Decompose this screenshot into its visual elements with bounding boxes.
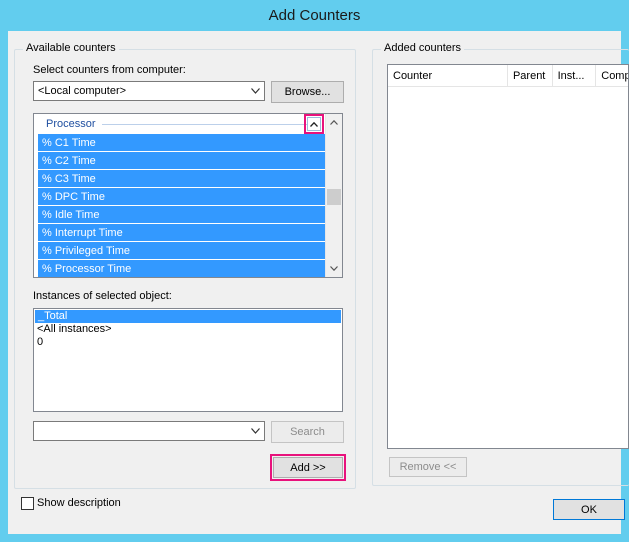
category-row-processor[interactable]: Processor (34, 114, 326, 134)
instance-item[interactable]: <All instances> (34, 323, 342, 336)
instances-list[interactable]: _Total <All instances> 0 (33, 308, 343, 412)
show-description-label[interactable]: Show description (37, 497, 121, 509)
category-divider (101, 123, 320, 125)
select-computer-label: Select counters from computer: (33, 64, 186, 76)
counter-list-scrollbar[interactable] (325, 114, 342, 277)
ok-button[interactable]: OK (553, 499, 625, 520)
scroll-thumb[interactable] (327, 189, 341, 205)
chevron-down-icon (249, 85, 261, 97)
added-counters-header: Counter Parent Inst... Comp (388, 65, 628, 87)
add-button[interactable]: Add >> (270, 454, 346, 481)
dialog-client-area: Available counters Select counters from … (8, 31, 629, 534)
column-header-parent[interactable]: Parent (508, 65, 553, 86)
added-counters-table[interactable]: Counter Parent Inst... Comp (387, 64, 629, 449)
window-title: Add Counters (268, 7, 361, 24)
added-counters-title: Added counters (381, 42, 465, 54)
add-counters-window: Add Counters Available counters Select c… (0, 0, 629, 542)
category-label: Processor (46, 118, 96, 130)
counter-item[interactable]: % C2 Time (38, 152, 325, 169)
available-counters-title: Available counters (23, 42, 119, 54)
counter-item[interactable]: % Idle Time (38, 206, 325, 223)
counter-item[interactable]: % Interrupt Time (38, 224, 325, 241)
counter-items: % C1 Time% C2 Time% C3 Time% DPC Time% I… (38, 134, 325, 277)
search-instance-combo[interactable] (33, 421, 265, 441)
chevron-up-icon (310, 120, 318, 129)
column-header-counter[interactable]: Counter (388, 65, 508, 86)
browse-button[interactable]: Browse... (271, 81, 344, 103)
computer-select[interactable]: <Local computer> (33, 81, 265, 101)
counter-item[interactable]: % Privileged Time (38, 242, 325, 259)
counter-item[interactable]: % C3 Time (38, 170, 325, 187)
instance-item[interactable]: 0 (34, 336, 342, 349)
column-header-instance[interactable]: Inst... (553, 65, 597, 86)
counter-item[interactable]: % Processor Time (38, 260, 325, 277)
instances-label: Instances of selected object: (33, 290, 172, 302)
counter-list[interactable]: Processor % C1 Time% C2 Time% C3 Time% D… (33, 113, 343, 278)
computer-select-value: <Local computer> (38, 85, 127, 97)
search-button[interactable]: Search (271, 421, 344, 443)
remove-button[interactable]: Remove << (389, 457, 467, 477)
scroll-down-icon[interactable] (326, 260, 342, 277)
chevron-down-icon (249, 425, 261, 437)
show-description-checkbox[interactable] (21, 497, 34, 510)
scroll-up-icon[interactable] (326, 114, 342, 131)
expand-category-button[interactable] (304, 114, 324, 134)
counter-item[interactable]: % DPC Time (38, 188, 325, 205)
counter-item[interactable]: % C1 Time (38, 134, 325, 151)
column-header-computer[interactable]: Comp (596, 65, 628, 86)
window-bottom-border (0, 534, 629, 542)
instance-item[interactable]: _Total (35, 310, 341, 323)
